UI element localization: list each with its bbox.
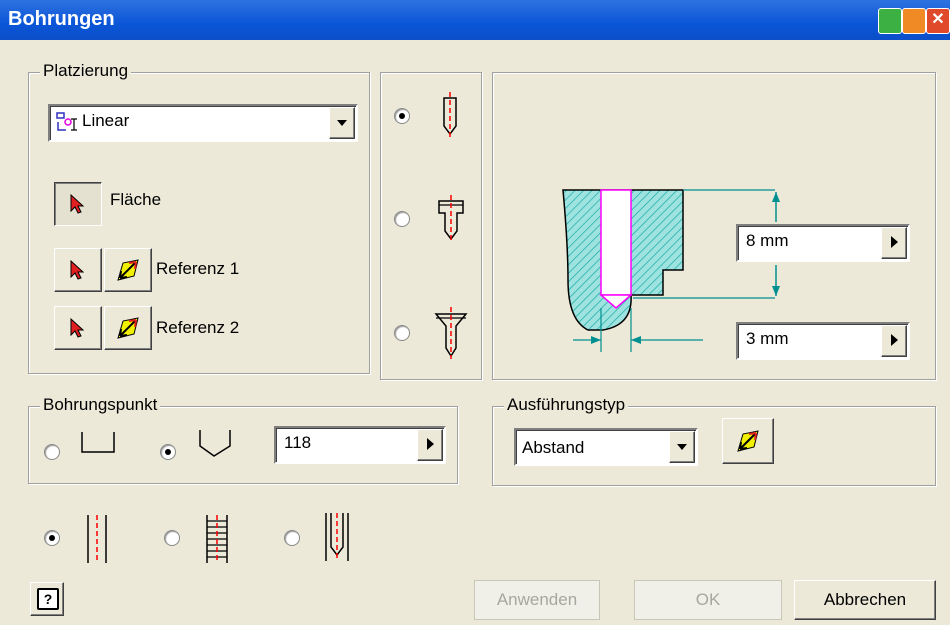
- depth-arrow-button[interactable]: [881, 227, 907, 259]
- depth-input[interactable]: 8 mm: [736, 224, 910, 262]
- simple-hole-icon: [443, 92, 457, 140]
- termination-dropdown-button[interactable]: [669, 431, 695, 463]
- apply-label: Anwenden: [496, 590, 578, 609]
- simple-drill-icon: [87, 515, 107, 563]
- thread-clearance-radio[interactable]: [284, 530, 300, 546]
- hole-type-counterbore-radio[interactable]: [394, 211, 410, 227]
- reference1-select-button[interactable]: [54, 248, 102, 292]
- title-bar: Bohrungen ✕: [0, 0, 950, 40]
- diameter-input[interactable]: 3 mm: [736, 322, 910, 360]
- placement-legend: Platzierung: [40, 61, 132, 81]
- roll-up-icon[interactable]: [902, 8, 926, 34]
- drill-angle-value: 118: [284, 433, 312, 452]
- countersink-hole-icon: [434, 307, 468, 359]
- hole-type-simple-radio[interactable]: [394, 108, 410, 124]
- placement-type-value: Linear: [82, 111, 130, 130]
- placement-type-dropdown[interactable]: Linear: [48, 104, 358, 142]
- face-label: Fläche: [110, 190, 162, 209]
- placement-type-dropdown-button[interactable]: [329, 107, 355, 139]
- flip-direction-icon: [117, 259, 139, 281]
- close-icon[interactable]: ✕: [926, 8, 950, 34]
- flip-direction-icon: [737, 430, 759, 452]
- face-select-button[interactable]: [54, 182, 102, 226]
- drill-angle-input[interactable]: 118: [274, 426, 446, 464]
- select-arrow-icon: [70, 259, 85, 280]
- termination-flip-button[interactable]: [722, 418, 774, 464]
- reference1-flip-button[interactable]: [104, 248, 152, 292]
- drill-point-legend: Bohrungspunkt: [40, 395, 161, 415]
- flip-direction-icon: [117, 317, 139, 339]
- select-arrow-icon: [70, 193, 85, 214]
- termination-legend: Ausführungstyp: [504, 395, 629, 415]
- help-button[interactable]: ?: [30, 582, 64, 616]
- reference2-select-button[interactable]: [54, 306, 102, 350]
- ok-label: OK: [695, 590, 721, 609]
- diameter-value: 3 mm: [746, 329, 789, 348]
- angle-drill-point-icon: [199, 430, 231, 457]
- flat-drill-point-icon: [81, 432, 115, 453]
- drill-point-flat-radio[interactable]: [44, 444, 60, 460]
- select-arrow-icon: [70, 317, 85, 338]
- reference2-flip-button[interactable]: [104, 306, 152, 350]
- minimize-icon[interactable]: [878, 8, 902, 34]
- reference2-label: Referenz 2: [156, 318, 240, 337]
- window-title: Bohrungen: [8, 8, 115, 30]
- thread-simple-radio[interactable]: [44, 530, 60, 546]
- drill-point-angle-radio[interactable]: [160, 444, 176, 460]
- cancel-button[interactable]: Abbrechen: [794, 580, 936, 620]
- hole-type-countersink-radio[interactable]: [394, 325, 410, 341]
- thread-tapped-radio[interactable]: [164, 530, 180, 546]
- termination-value: Abstand: [522, 438, 585, 457]
- ok-button[interactable]: OK: [634, 580, 782, 620]
- apply-button[interactable]: Anwenden: [474, 580, 600, 620]
- reference1-label: Referenz 1: [156, 259, 240, 278]
- termination-dropdown[interactable]: Abstand: [514, 428, 698, 466]
- cancel-label: Abbrechen: [823, 590, 907, 609]
- counterbore-hole-icon: [438, 195, 464, 243]
- help-icon: ?: [37, 588, 59, 610]
- depth-value: 8 mm: [746, 231, 789, 250]
- drill-angle-arrow-button[interactable]: [417, 429, 443, 461]
- diameter-arrow-button[interactable]: [881, 325, 907, 357]
- linear-placement-icon: [56, 112, 77, 131]
- clearance-hole-icon: [325, 513, 349, 561]
- tapped-hole-icon: [206, 515, 228, 563]
